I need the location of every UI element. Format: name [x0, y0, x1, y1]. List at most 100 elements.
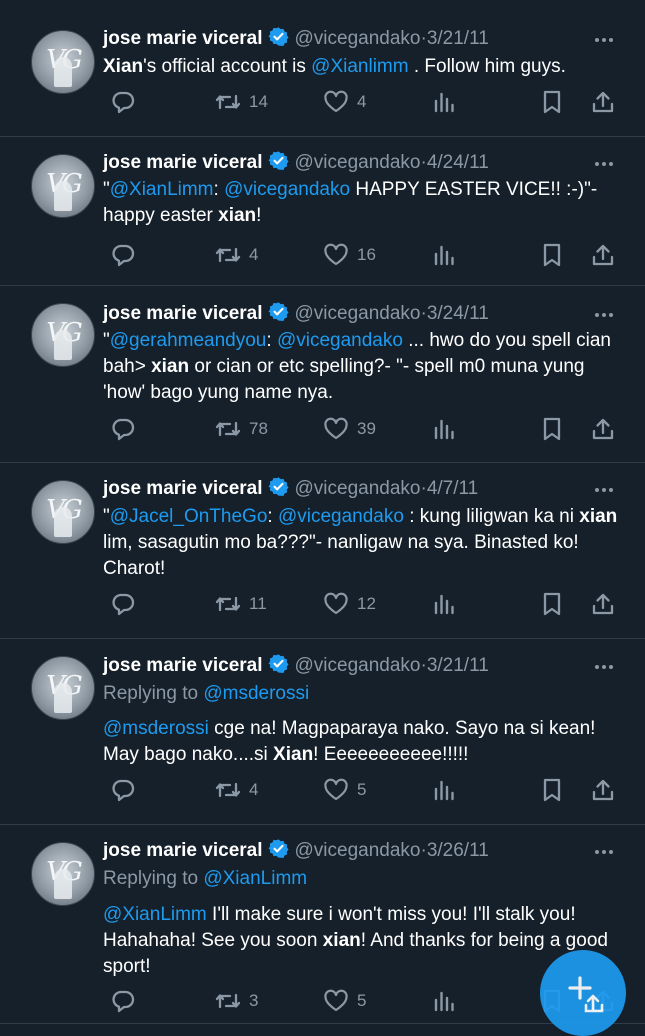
author-handle[interactable]: @vicegandako: [295, 152, 421, 173]
tweet-date[interactable]: 3/21/11: [427, 28, 489, 49]
avatar-figure: [54, 330, 72, 360]
share-button[interactable]: [583, 242, 616, 268]
mention-link[interactable]: @Xianlimm: [311, 56, 408, 77]
share-button[interactable]: [583, 777, 616, 803]
views-button[interactable]: [425, 777, 456, 803]
reply-icon: [110, 416, 136, 442]
more-options-button[interactable]: [593, 29, 615, 51]
author-name[interactable]: jose marie viceral: [103, 840, 263, 861]
verified-badge-icon: [267, 653, 289, 682]
like-button[interactable]: 39: [315, 416, 376, 442]
text-segment: ": [103, 179, 110, 200]
mention-link[interactable]: @Jacel_OnTheGo: [110, 506, 268, 527]
share-button[interactable]: [583, 591, 616, 617]
reply-button[interactable]: [103, 416, 143, 442]
views-button[interactable]: [425, 591, 456, 617]
tweet[interactable]: VGjose marie viceral@vicegandako·3/24/11…: [0, 286, 645, 463]
tweet-text: "@gerahmeandyou: @vicegandako ... hwo do…: [103, 328, 623, 406]
tweet-date[interactable]: 3/24/11: [427, 303, 489, 324]
views-button[interactable]: [425, 242, 456, 268]
views-button[interactable]: [425, 988, 456, 1014]
avatar[interactable]: VG: [31, 30, 95, 94]
more-options-button[interactable]: [593, 153, 615, 175]
like-button[interactable]: 5: [315, 988, 366, 1014]
mention-link[interactable]: @msderossi: [103, 718, 209, 739]
highlighted-keyword: xian: [579, 506, 618, 527]
avatar[interactable]: VG: [31, 842, 95, 906]
mention-link[interactable]: @gerahmeandyou: [110, 330, 267, 351]
tweet-date[interactable]: 3/26/11: [427, 840, 489, 861]
like-button[interactable]: 12: [315, 591, 376, 617]
text-segment: !: [256, 205, 262, 226]
retweet-button[interactable]: 4: [207, 242, 258, 268]
author-handle[interactable]: @vicegandako: [295, 28, 421, 49]
retweet-button[interactable]: 78: [207, 416, 268, 442]
mention-link[interactable]: @XianLimm: [110, 179, 214, 200]
reply-button[interactable]: [103, 591, 143, 617]
more-options-button[interactable]: [593, 479, 615, 501]
mention-link[interactable]: @vicegandako: [278, 506, 404, 527]
mention-link[interactable]: @vicegandako: [224, 179, 350, 200]
avatar[interactable]: VG: [31, 656, 95, 720]
mention-link[interactable]: @vicegandako: [277, 330, 403, 351]
tweet-date[interactable]: 4/7/11: [427, 478, 478, 499]
bookmark-button[interactable]: [533, 777, 564, 803]
like-button[interactable]: 4: [315, 89, 366, 115]
avatar[interactable]: VG: [31, 303, 95, 367]
like-button[interactable]: 16: [315, 242, 376, 268]
tweet[interactable]: VGjose marie viceral@vicegandako·3/21/11…: [0, 639, 645, 825]
tweet[interactable]: VGjose marie viceral@vicegandako·4/24/11…: [0, 137, 645, 286]
share-icon: [590, 416, 616, 442]
views-button[interactable]: [425, 416, 456, 442]
mention-link[interactable]: @XianLimm: [103, 904, 207, 925]
author-name[interactable]: jose marie viceral: [103, 28, 263, 49]
bookmark-button[interactable]: [533, 89, 564, 115]
tweet-date[interactable]: 4/24/11: [427, 152, 489, 173]
author-handle[interactable]: @vicegandako: [295, 478, 421, 499]
retweet-button[interactable]: 14: [207, 89, 268, 115]
highlighted-keyword: xian: [322, 930, 361, 951]
views-icon: [432, 242, 456, 268]
tweet[interactable]: VGjose marie viceral@vicegandako·3/21/11…: [0, 0, 645, 137]
retweet-button[interactable]: 4: [207, 777, 258, 803]
retweet-button[interactable]: 3: [207, 988, 258, 1014]
bookmark-button[interactable]: [533, 416, 564, 442]
replying-to-handle[interactable]: @XianLimm: [203, 868, 307, 889]
share-button[interactable]: [583, 89, 616, 115]
author-name[interactable]: jose marie viceral: [103, 655, 263, 676]
bookmark-icon: [540, 89, 564, 115]
author-handle[interactable]: @vicegandako: [295, 840, 421, 861]
reply-button[interactable]: [103, 988, 143, 1014]
verified-badge-icon: [267, 476, 289, 505]
action-bar: 11 12: [103, 591, 616, 617]
likes-count: 16: [357, 245, 376, 264]
retweet-button[interactable]: 11: [207, 591, 267, 617]
share-button[interactable]: [583, 416, 616, 442]
author-handle[interactable]: @vicegandako: [295, 655, 421, 676]
verified-badge-icon: [267, 150, 289, 179]
author-name[interactable]: jose marie viceral: [103, 478, 263, 499]
reply-button[interactable]: [103, 89, 143, 115]
more-options-button[interactable]: [593, 841, 615, 863]
author-name[interactable]: jose marie viceral: [103, 303, 263, 324]
bookmark-button[interactable]: [533, 242, 564, 268]
retweets-count: 3: [249, 991, 259, 1010]
avatar[interactable]: VG: [31, 480, 95, 544]
reply-button[interactable]: [103, 777, 143, 803]
tweet[interactable]: VGjose marie viceral@vicegandako·4/7/11"…: [0, 463, 645, 639]
replying-to-handle[interactable]: @msderossi: [203, 683, 309, 704]
more-options-button[interactable]: [593, 304, 615, 326]
bookmark-button[interactable]: [533, 591, 564, 617]
like-button[interactable]: 5: [315, 777, 366, 803]
likes-count: 4: [357, 92, 367, 111]
author-handle[interactable]: @vicegandako: [295, 303, 421, 324]
more-options-button[interactable]: [593, 656, 615, 678]
views-button[interactable]: [425, 89, 456, 115]
tweet-date[interactable]: 3/21/11: [427, 655, 489, 676]
tweet-text: @msderossi cge na! Magpaparaya nako. Say…: [103, 716, 623, 768]
reply-button[interactable]: [103, 242, 143, 268]
compose-tweet-button[interactable]: [540, 950, 626, 1036]
author-name[interactable]: jose marie viceral: [103, 152, 263, 173]
retweets-count: 78: [249, 419, 268, 438]
avatar[interactable]: VG: [31, 154, 95, 218]
